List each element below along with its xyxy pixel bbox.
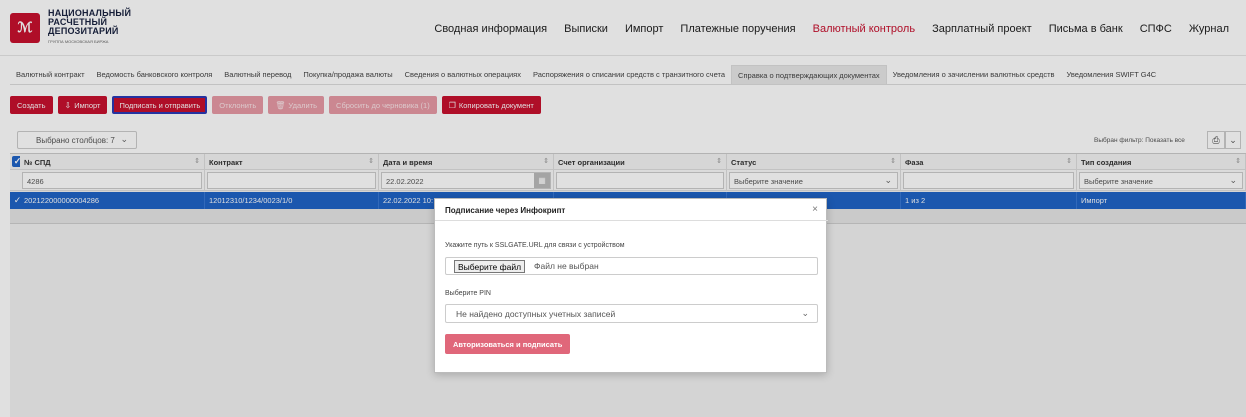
close-icon[interactable]: × [812,204,818,215]
authorize-and-sign-button[interactable]: Авторизоваться и подписать [445,334,571,354]
dialog-title: Подписание через Инфокрипт [445,206,566,215]
pin-select-value: Не найдено доступных учетных записей [456,309,616,319]
file-status: Файл не выбран [534,261,599,271]
dialog-header: Подписание через Инфокрипт × [435,199,828,221]
file-input[interactable]: Выберите файл Файл не выбран [445,257,818,275]
infocrypt-sign-dialog: Подписание через Инфокрипт × Укажите пут… [434,198,828,373]
pin-select[interactable]: Не найдено доступных учетных записей ⌄ [445,304,818,323]
path-label: Укажите путь к SSLGATE.URL для связи с у… [445,242,625,249]
choose-file-button[interactable]: Выберите файл [454,260,526,273]
pin-label: Выберите PIN [445,290,491,297]
chevron-down-icon: ⌄ [801,308,809,318]
